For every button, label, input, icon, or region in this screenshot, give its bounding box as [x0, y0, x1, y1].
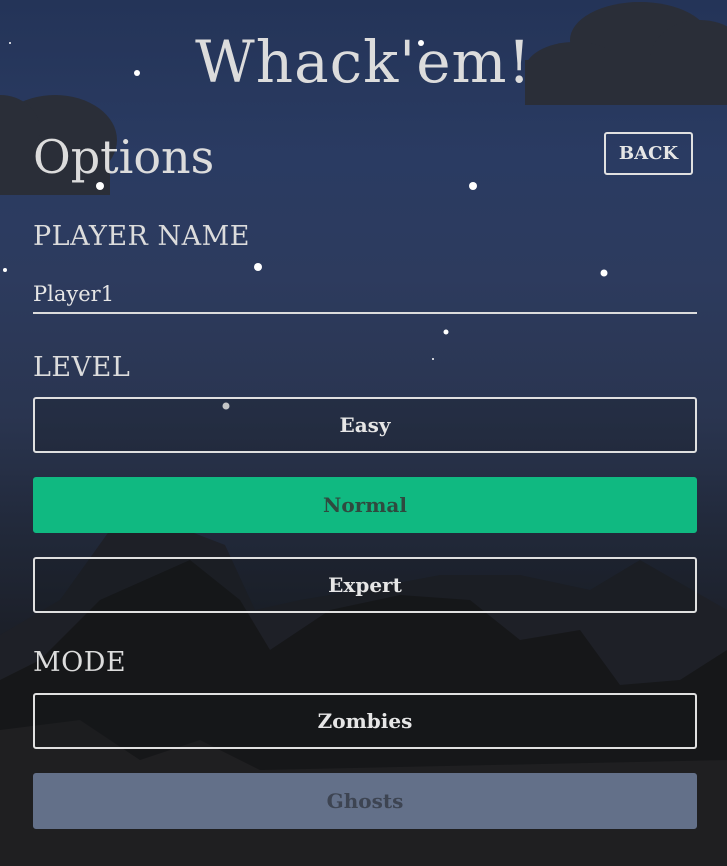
level-label: LEVEL — [33, 352, 131, 383]
app-title: Whack'em! — [195, 28, 532, 96]
player-name-input[interactable] — [33, 276, 697, 314]
mode-label: MODE — [33, 647, 127, 678]
page-title: Options — [33, 130, 215, 184]
level-easy-button[interactable]: Easy — [33, 397, 697, 453]
mode-ghosts-button[interactable]: Ghosts — [33, 773, 697, 829]
player-name-label: PLAYER NAME — [33, 221, 250, 252]
level-expert-button[interactable]: Expert — [33, 557, 697, 613]
mode-zombies-button[interactable]: Zombies — [33, 693, 697, 749]
back-button[interactable]: BACK — [604, 132, 693, 175]
level-normal-button[interactable]: Normal — [33, 477, 697, 533]
